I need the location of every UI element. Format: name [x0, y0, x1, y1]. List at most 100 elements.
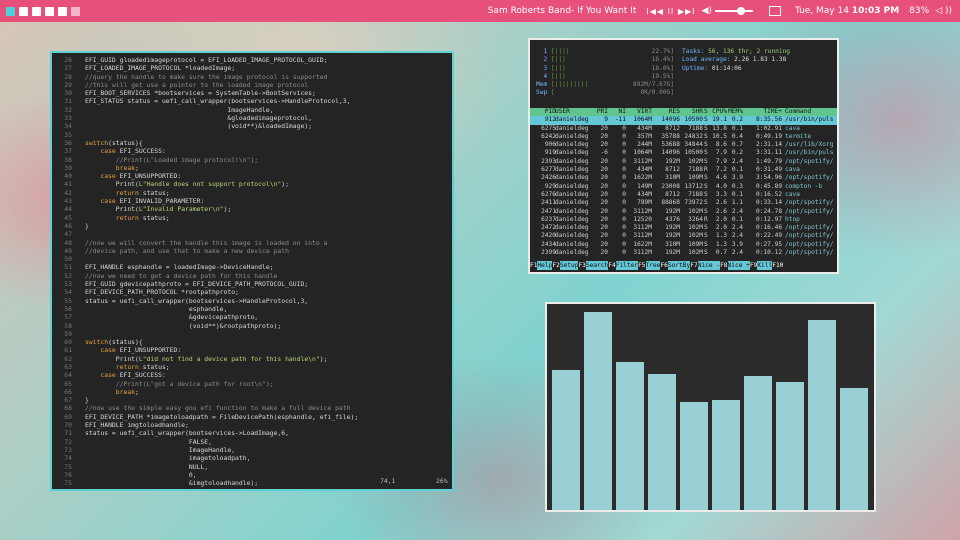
cell-pri: 20	[600, 132, 608, 140]
process-row[interactable]: 2420 danieldeg 20 0 3112M 192M 102M S 1.3 2.4 0:22…	[530, 232, 837, 240]
function-key-bar[interactable]: F1Help F2Setup F3SearchF4FilterF5Tree F6…	[530, 261, 837, 270]
code-line: 59	[52, 330, 452, 338]
cell-cpu: 0.7	[715, 249, 727, 257]
process-row[interactable]: 6276 danieldeg 20 0 434M 8712 7188 S 3.3 0.1 0:16.…	[530, 191, 837, 199]
process-row[interactable]: 906 danieldeg 20 0 244M 53688 34844 S 8.6 0.7 2:31…	[530, 141, 837, 149]
audio-visualizer	[552, 312, 868, 510]
cell-user: danieldeg	[555, 215, 589, 223]
code-token: //this will get use a pointer to the loa…	[85, 80, 309, 89]
line-number: 53	[64, 280, 72, 289]
fkey-f2[interactable]: F2Setup	[552, 261, 579, 270]
process-row[interactable]: 6237 danieldeg 20 0 12520 4376 3264 R 2.0 0.1 0:12…	[530, 216, 837, 224]
cell-res: RES	[668, 108, 680, 115]
cell-ni: 0	[622, 249, 626, 257]
fkey-f4[interactable]: F4Filter	[608, 261, 639, 270]
fkey-f8[interactable]: F8Nice +	[720, 261, 750, 270]
process-row[interactable]: 2411 danieldeg 20 0 789M 88868 73972 S 2.6 1.1 0:3…	[530, 199, 837, 207]
window-icon[interactable]	[768, 6, 781, 16]
cell-shr: 109M	[688, 240, 703, 248]
cell-shr: 7188	[688, 124, 703, 132]
cell-virt: 149M	[637, 182, 652, 190]
clock[interactable]: Tue, May 14 10:03 PM	[795, 6, 899, 16]
audio-visualizer-window[interactable]	[545, 302, 876, 512]
process-table-header[interactable]: PID USER PRI NI VIRT RES SHR S CPU% MEM% TIME+ Comm…	[530, 108, 837, 117]
cpu-meter-3-value: 18.0%]	[651, 64, 674, 72]
process-row[interactable]: 6242 danieldeg 20 0 357M 35788 24832 S 10.5 0.4 0:…	[530, 133, 837, 141]
process-row[interactable]: 2434 danieldeg 20 0 1622M 310M 109M S 1.3 3.9 0:27…	[530, 241, 837, 249]
code-line: 32 ImageHandle,	[52, 106, 452, 114]
cell-shr: 73972	[684, 199, 703, 207]
process-table[interactable]: PID USER PRI NI VIRT RES SHR S CPU% MEM% TIME+ Comm…	[530, 108, 837, 257]
workspace-4[interactable]	[45, 6, 54, 16]
code-token: );	[281, 180, 289, 189]
line-number: 74	[64, 454, 72, 463]
wifi-icon[interactable]: ◁ ))	[935, 6, 952, 16]
process-row[interactable]: 2399 danieldeg 20 0 3112M 192M 102M S 0.7 2.4 0:10…	[530, 249, 837, 257]
workspace-2[interactable]	[19, 6, 28, 16]
fkey-label: Tree	[645, 261, 661, 270]
swap-meter-bars: [	[550, 89, 555, 97]
now-playing-title[interactable]: Sam Roberts Band- If You Want It	[488, 6, 637, 16]
code-token: esphandle,	[85, 304, 228, 313]
fkey-f6[interactable]: F6SortBy	[660, 261, 691, 270]
cell-time: 0:31.49	[756, 166, 783, 174]
line-number: 66	[64, 387, 72, 396]
line-number: 71	[64, 429, 72, 438]
code-token: status = uefi_call_wrapper(bootservices-…	[85, 296, 309, 305]
volume-slider[interactable]	[714, 7, 753, 15]
cell-mem: 0.3	[731, 182, 743, 190]
volume-slider-handle[interactable]	[736, 7, 745, 15]
scroll-percent: 26%	[436, 477, 448, 485]
process-row[interactable]: 912 danieldeg 9 -11 1064M 14096 10500 S 19.1 0.2 8…	[530, 116, 837, 125]
swap-meter-value: 0K/0.00G]	[640, 89, 674, 97]
fkey-f1[interactable]: F1Help	[530, 261, 553, 270]
workspace-6[interactable]	[71, 6, 80, 16]
process-row[interactable]: 919 danieldeg -6 0 1064M 14096 10500 S 7.9 0.2 3:3…	[530, 149, 837, 157]
cell-virt: 3112M	[633, 207, 652, 215]
uptime-label: Uptime:	[682, 64, 712, 72]
workspace-1[interactable]	[6, 6, 15, 16]
line-number: 55	[64, 296, 72, 305]
process-row[interactable]: 2393 danieldeg 20 0 3112M 192M 102M S 7.9 2.4 1:49…	[530, 158, 837, 166]
line-number: 35	[64, 130, 72, 139]
line-number: 72	[64, 437, 72, 446]
cell-time: 0:16.52	[756, 190, 783, 198]
cell-s: S	[704, 132, 708, 140]
process-row[interactable]: 6277 danieldeg 20 0 434M 8712 7188 R 7.2 0.1 0:31.…	[530, 166, 837, 174]
code-editor-window[interactable]: 26 EFI_GUID gloadedimageprotocol = EFI_LO…	[50, 51, 454, 491]
fkey-f9[interactable]: F9Kill	[750, 261, 773, 270]
cell-res: 192M	[665, 249, 680, 257]
system-summary: Tasks: 56, 136 thr; 2 running Load avera…	[682, 48, 790, 73]
htop-window[interactable]: 1 [|||| 22.7%] 2 [||| 16.4%] 3 [||| 18.0%] …	[528, 38, 839, 274]
process-row[interactable]: 2472 danieldeg 20 0 3112M 192M 102M S 2.0 2.4 0:16…	[530, 224, 837, 232]
workspace-5[interactable]	[58, 6, 67, 16]
line-number: 36	[64, 138, 72, 147]
process-row[interactable]: 2471 danieldeg 20 0 3112M 192M 102M S 2.6 2.4 0:24…	[530, 208, 837, 216]
fkey-f7[interactable]: F7Nice -	[690, 261, 721, 270]
code-area[interactable]: 26 EFI_GUID gloadedimageprotocol = EFI_LO…	[52, 56, 452, 487]
cell-virt: 789M	[637, 199, 652, 207]
cell-cpu: 8.6	[715, 141, 727, 149]
line-number: 59	[64, 329, 72, 338]
volume-control[interactable]: ◀)	[702, 6, 753, 16]
workspace-3[interactable]	[32, 6, 41, 16]
process-row[interactable]: 929 danieldeg 20 0 149M 23008 13712 S 4.0 0.3 0:45…	[530, 183, 837, 191]
cell-mem: 0.2	[731, 149, 743, 157]
process-row[interactable]: 2426 danieldeg 20 0 1622M 310M 109M S 4.6 3.9 3:54…	[530, 174, 837, 182]
fkey-f3[interactable]: F3Search	[578, 261, 609, 270]
cell-s: S	[704, 207, 708, 215]
workspace-switcher[interactable]	[6, 6, 80, 16]
fkey-f5[interactable]: F5Tree	[638, 261, 661, 270]
code-line: 73 ImageHandle,	[52, 446, 452, 454]
code-token: }	[85, 396, 89, 405]
fkey-f10[interactable]: F10	[772, 261, 783, 270]
cell-s: S	[704, 108, 708, 115]
cell-pid: 6242	[541, 132, 556, 140]
cell-pid: 2472	[541, 224, 556, 232]
cell-time: TIME+	[763, 108, 782, 115]
media-controls[interactable]: I◀◀ II ▶▶I	[646, 7, 695, 16]
cpu-meter-2-value: 16.4%]	[651, 56, 674, 64]
battery-status[interactable]: 83%	[909, 6, 929, 16]
process-row[interactable]: 6275 danieldeg 20 0 434M 8712 7188 S 13.8 0.1 1:02…	[530, 125, 837, 133]
code-line: 50	[52, 255, 452, 263]
